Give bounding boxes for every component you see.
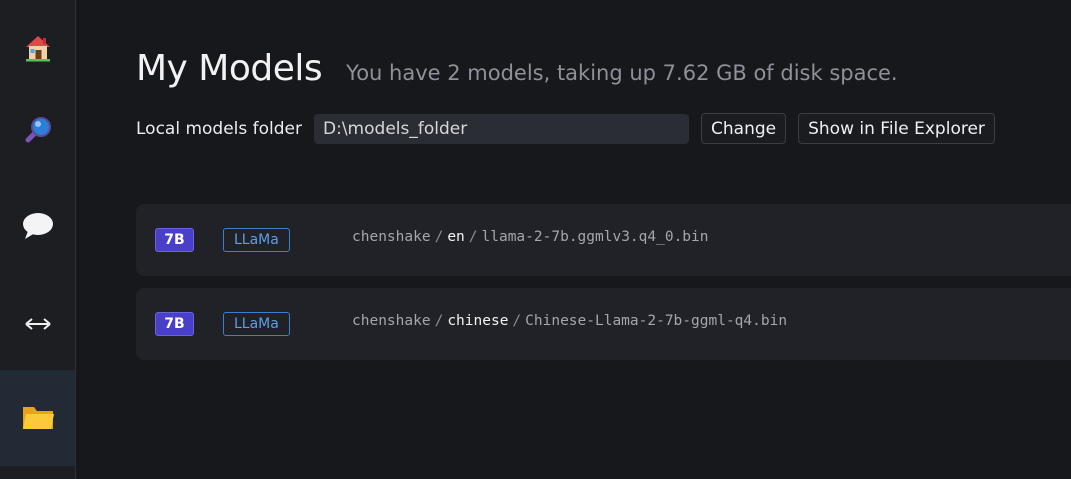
model-list: 7B LLaMa chenshake / en / llama-2-7b.ggmlv3.… (136, 204, 1071, 372)
model-path: chenshake / en / llama-2-7b.ggmlv3.q4_0.bin (352, 229, 709, 245)
model-file-name: llama-2-7b.ggmlv3.q4_0.bin (481, 229, 709, 245)
model-file-name: Chinese-Llama-2-7b-ggml-q4.bin (525, 313, 788, 329)
model-size-badge: 7B (155, 228, 194, 252)
disk-usage-summary: You have 2 models, taking up 7.62 GB of … (346, 61, 898, 85)
show-in-file-explorer-button[interactable]: Show in File Explorer (798, 113, 995, 144)
sidebar-item-search[interactable] (0, 82, 75, 178)
model-repo: chinese (447, 313, 509, 329)
model-arch-badge: LLaMa (223, 312, 290, 336)
model-author: chenshake (352, 229, 431, 245)
model-row[interactable]: 7B LLaMa chenshake / en / llama-2-7b.ggmlv3.… (136, 204, 1071, 276)
magnifier-icon (25, 117, 51, 143)
speech-bubble-icon (22, 213, 53, 239)
model-author: chenshake (352, 313, 431, 329)
models-folder-label: Local models folder (136, 118, 303, 139)
path-separator: / (434, 313, 444, 329)
models-folder-path-field[interactable] (314, 113, 690, 144)
model-arch-badge: LLaMa (223, 228, 290, 252)
main-content: My Models You have 2 models, taking up 7… (76, 0, 1071, 479)
sidebar-item-server[interactable] (0, 276, 75, 372)
sidebar-item-chat[interactable] (0, 178, 75, 274)
model-row[interactable]: 7B LLaMa chenshake / chinese / Chinese-Llama… (136, 288, 1071, 360)
model-repo: en (447, 229, 465, 245)
models-folder-row: Local models folder Change Show in File … (136, 113, 995, 144)
sidebar-item-my-models[interactable] (0, 370, 75, 466)
folder-icon (22, 407, 54, 429)
header: My Models You have 2 models, taking up 7… (136, 48, 898, 89)
sidebar (0, 0, 76, 479)
page-title: My Models (136, 48, 323, 89)
path-separator: / (468, 229, 478, 245)
house-icon (25, 36, 50, 62)
model-size-badge: 7B (155, 312, 194, 336)
double-arrow-icon (24, 318, 51, 330)
app-window: My Models You have 2 models, taking up 7… (0, 0, 1071, 479)
path-separator: / (434, 229, 444, 245)
change-folder-button[interactable]: Change (701, 113, 787, 144)
path-separator: / (512, 313, 522, 329)
model-path: chenshake / chinese / Chinese-Llama-2-7b-ggm… (352, 313, 787, 329)
